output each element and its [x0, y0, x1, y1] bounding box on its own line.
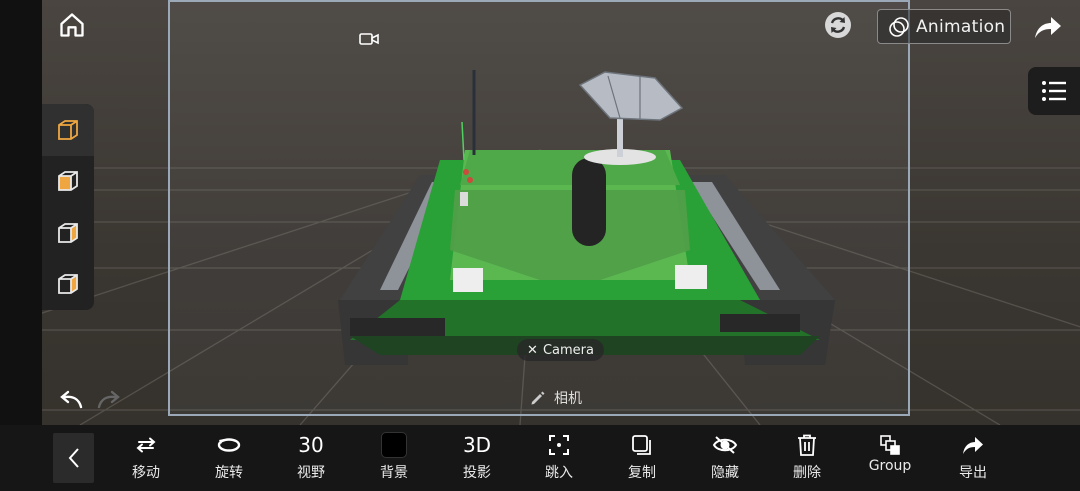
back-button[interactable]: [53, 433, 94, 483]
pencil-icon: [530, 390, 546, 406]
tool-label: 视野: [297, 465, 325, 481]
tool-delete[interactable]: 删除: [772, 430, 842, 488]
camera-chip-label: Camera: [542, 342, 594, 358]
redo-icon[interactable]: [94, 385, 126, 413]
tool-label: 导出: [959, 465, 987, 481]
trash-icon: [797, 430, 817, 460]
tool-label: 旋转: [215, 465, 243, 481]
chevron-left-icon: [68, 447, 80, 469]
layers-icon: [888, 16, 910, 38]
refresh-icon[interactable]: [823, 10, 853, 40]
tool-move[interactable]: 移动: [111, 430, 181, 488]
left-strip: [0, 0, 42, 425]
tool-label: 复制: [628, 465, 656, 481]
home-icon[interactable]: [55, 8, 89, 42]
tool-group[interactable]: Group: [855, 430, 925, 488]
camera-name-label: 相机: [554, 391, 582, 407]
export-icon: [961, 430, 985, 460]
copy-icon: [631, 430, 653, 460]
view-selector: [42, 104, 94, 310]
tool-label: 移动: [132, 465, 160, 481]
list-button[interactable]: [1028, 67, 1080, 115]
animation-button[interactable]: Animation: [877, 9, 1011, 44]
camera-name[interactable]: 相机: [530, 387, 582, 409]
background-swatch-icon: [381, 430, 407, 460]
tool-jump-in[interactable]: 跳入: [524, 430, 594, 488]
share-icon[interactable]: [1030, 10, 1066, 44]
tool-export[interactable]: 导出: [938, 430, 1008, 488]
list-icon: [1041, 80, 1067, 102]
tool-label: 删除: [793, 465, 821, 481]
animation-label: Animation: [916, 16, 1006, 37]
view-top-cube-icon[interactable]: [42, 259, 94, 311]
close-icon[interactable]: ✕: [527, 343, 538, 358]
tool-label: Group: [868, 458, 912, 474]
tool-hide[interactable]: 隐藏: [690, 430, 760, 488]
undo-icon[interactable]: [54, 385, 86, 413]
tool-rotate[interactable]: 旋转: [194, 430, 264, 488]
video-camera-icon[interactable]: [356, 28, 382, 50]
view-perspective-cube-icon[interactable]: [42, 104, 94, 156]
tool-label: 投影: [463, 465, 491, 481]
fov-value: 30: [298, 433, 324, 457]
rotate-icon: [216, 430, 242, 460]
eye-off-icon: [712, 430, 738, 460]
tool-label: 隐藏: [711, 465, 739, 481]
tool-projection[interactable]: 3D 投影: [442, 430, 512, 488]
tool-copy[interactable]: 复制: [607, 430, 677, 488]
group-icon: [879, 430, 901, 460]
tool-fov[interactable]: 30 视野: [276, 430, 346, 488]
tool-background[interactable]: 背景: [359, 430, 429, 488]
move-arrows-icon: [135, 430, 157, 460]
focus-icon: [548, 430, 570, 460]
projection-value: 3D: [462, 433, 492, 457]
tool-label: 跳入: [545, 465, 573, 481]
camera-chip[interactable]: ✕ Camera: [517, 339, 604, 361]
tool-label: 背景: [380, 465, 408, 481]
view-side-cube-icon[interactable]: [42, 207, 94, 259]
view-front-cube-icon[interactable]: [42, 156, 94, 208]
